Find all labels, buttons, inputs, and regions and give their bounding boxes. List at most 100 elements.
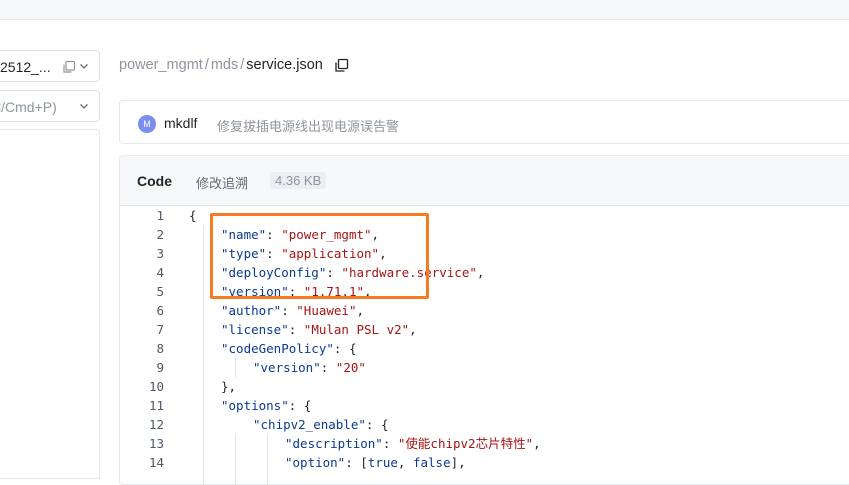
code-token: : xyxy=(288,322,304,337)
code-token: "power_mgmt" xyxy=(281,227,372,242)
code-token: , xyxy=(379,246,387,261)
chevron-down-icon[interactable] xyxy=(79,101,89,111)
code-body: 1{2 "name": "power_mgmt", 3 "type": "applic… xyxy=(120,206,849,484)
code-line: 14 "option": [true, false], xyxy=(120,453,849,472)
code-token: : xyxy=(266,246,282,261)
line-number[interactable]: 3 xyxy=(120,244,164,263)
line-content: "options": { xyxy=(221,396,311,415)
copy-path-icon[interactable] xyxy=(334,58,349,73)
code-line: 9 "version": "20" xyxy=(120,358,849,377)
code-token: "application" xyxy=(281,246,380,261)
line-content: "name": "power_mgmt", xyxy=(221,225,379,244)
code-token: : { xyxy=(365,417,389,432)
code-line: 5 "version": "1.71.1", xyxy=(120,282,849,301)
line-number[interactable]: 14 xyxy=(120,453,164,472)
code-token: "author" xyxy=(221,303,282,318)
code-header: Code 修改追溯 4.36 KB xyxy=(120,156,849,206)
code-token: "Mulan PSL v2" xyxy=(303,322,410,337)
code-token: "20" xyxy=(335,360,366,375)
code-line: 3 "type": "application", xyxy=(120,244,849,263)
line-number[interactable]: 10 xyxy=(120,377,164,396)
line-content: "type": "application", xyxy=(221,244,387,263)
commit-message[interactable]: 修复拔插电源线出现电源误告警 xyxy=(217,116,399,135)
branch-selector[interactable]: 2512_... xyxy=(0,50,100,82)
line-number[interactable]: 8 xyxy=(120,339,164,358)
file-search-input[interactable]: l/Cmd+P) xyxy=(0,90,100,122)
file-search-placeholder: l/Cmd+P) xyxy=(0,99,57,115)
line-number[interactable]: 6 xyxy=(120,301,164,320)
line-number[interactable]: 2 xyxy=(120,225,164,244)
code-token: , xyxy=(356,303,365,318)
breadcrumb-separator: / xyxy=(204,57,209,73)
code-line: 12 "chipv2_enable": { xyxy=(120,415,849,434)
line-number[interactable]: 12 xyxy=(120,415,164,434)
code-token: : { xyxy=(288,398,312,413)
code-token: : [ xyxy=(345,455,368,470)
line-content: "author": "Huawei", xyxy=(221,301,364,320)
code-line: 4 "deployConfig": "hardware.service", xyxy=(120,263,849,282)
code-line: 2 "name": "power_mgmt", xyxy=(120,225,849,244)
code-token: : xyxy=(288,284,304,299)
line-content: { xyxy=(189,206,197,225)
file-size-badge: 4.36 KB xyxy=(270,172,327,189)
line-number[interactable]: 1 xyxy=(120,206,164,225)
code-line: 8 "codeGenPolicy": { xyxy=(120,339,849,358)
line-content: "codeGenPolicy": { xyxy=(221,339,356,358)
code-token: "option" xyxy=(285,455,346,470)
code-token: : xyxy=(281,303,297,318)
code-token: "codeGenPolicy" xyxy=(221,341,334,356)
breadcrumb-separator: / xyxy=(240,57,245,73)
code-line: 1{ xyxy=(120,206,849,225)
line-content: "description": "使能chipv2芯片特性", xyxy=(285,434,541,453)
code-token: false xyxy=(412,455,451,470)
tab-code[interactable]: Code xyxy=(137,173,172,189)
indent-guide xyxy=(235,358,236,377)
line-content: }, xyxy=(221,377,236,396)
code-token: { xyxy=(189,208,197,223)
code-line: 11 "options": { xyxy=(120,396,849,415)
indent-guide xyxy=(235,434,236,484)
chevron-down-icon[interactable] xyxy=(79,61,89,71)
code-token: "使能chipv2芯片特性" xyxy=(397,436,534,451)
code-token: "options" xyxy=(221,398,289,413)
code-token: "Huawei" xyxy=(296,303,357,318)
line-number[interactable]: 13 xyxy=(120,434,164,453)
code-token: "deployConfig" xyxy=(221,265,327,280)
code-token: : xyxy=(326,265,342,280)
code-panel: Code 修改追溯 4.36 KB 1{2 "name": "power_mgmt… xyxy=(119,155,849,485)
code-token: "description" xyxy=(285,436,383,451)
line-number[interactable]: 7 xyxy=(120,320,164,339)
copy-icon[interactable] xyxy=(62,60,76,74)
code-line: 6 "author": "Huawei", xyxy=(120,301,849,320)
line-number[interactable]: 5 xyxy=(120,282,164,301)
code-token: : xyxy=(266,227,282,242)
code-token: : { xyxy=(333,341,357,356)
line-content: "option": [true, false], xyxy=(285,453,466,472)
code-token: }, xyxy=(221,379,237,394)
breadcrumb-segment-folder[interactable]: mds xyxy=(211,57,238,73)
code-token: "chipv2_enable" xyxy=(253,417,366,432)
code-line: 13 "description": "使能chipv2芯片特性", xyxy=(120,434,849,453)
commit-author[interactable]: mkdlf xyxy=(164,115,197,131)
line-number[interactable]: 11 xyxy=(120,396,164,415)
code-token: , xyxy=(409,322,417,337)
code-token: "license" xyxy=(221,322,289,337)
breadcrumb-segment-repo[interactable]: power_mgmt xyxy=(119,57,203,73)
code-token: : xyxy=(320,360,336,375)
latest-commit-bar: M mkdlf 修复拔插电源线出现电源误告警 xyxy=(119,100,849,144)
code-token: "type" xyxy=(221,246,267,261)
code-token: "hardware.service" xyxy=(341,265,477,280)
line-content: "version": "1.71.1", xyxy=(221,282,372,301)
code-token: : xyxy=(382,436,398,451)
breadcrumb-current-file: service.json xyxy=(246,57,323,73)
code-token: , xyxy=(397,455,413,470)
avatar[interactable]: M xyxy=(138,115,156,133)
breadcrumb: power_mgmt / mds / service.json xyxy=(119,57,349,73)
tab-blame[interactable]: 修改追溯 xyxy=(196,173,248,192)
code-line: 7 "license": "Mulan PSL v2", xyxy=(120,320,849,339)
line-number[interactable]: 4 xyxy=(120,263,164,282)
branch-label: 2512_... xyxy=(0,59,51,75)
line-number[interactable]: 9 xyxy=(120,358,164,377)
line-content: "deployConfig": "hardware.service", xyxy=(221,263,484,282)
code-token: "name" xyxy=(221,227,267,242)
